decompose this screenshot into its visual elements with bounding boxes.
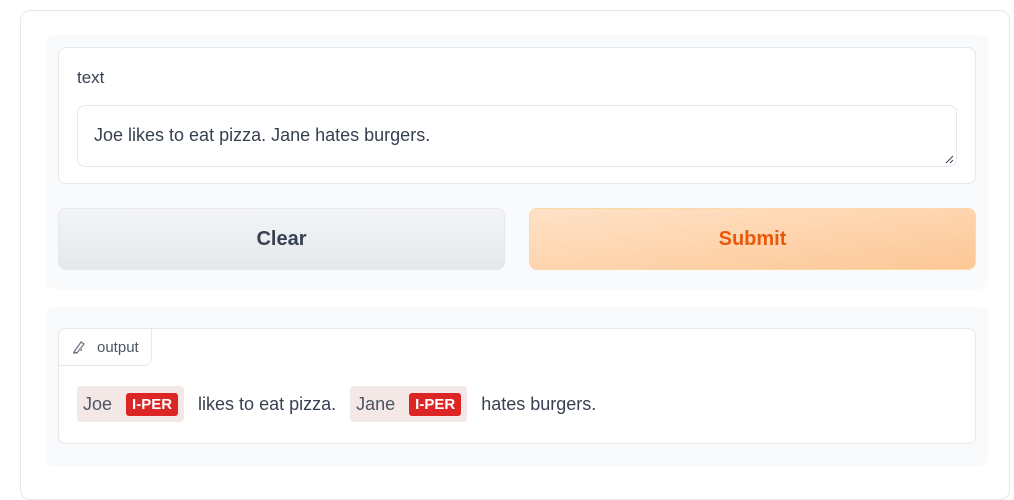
plain-text-span: likes to eat pizza. <box>198 393 337 414</box>
entity-text: Jane <box>356 393 396 414</box>
output-block: output Joe I-PER likes to eat pizza. Jan… <box>58 328 976 444</box>
input-panel: text Joe likes to eat pizza. Jane hates … <box>46 35 988 289</box>
output-panel: output Joe I-PER likes to eat pizza. Jan… <box>46 307 988 467</box>
entity-span: Jane I-PER <box>350 386 468 422</box>
clear-button[interactable]: Clear <box>58 208 505 270</box>
output-label-tag: output <box>58 328 152 366</box>
submit-button[interactable]: Submit <box>529 208 976 270</box>
entity-label-badge: I-PER <box>126 392 179 416</box>
highlighted-text: Joe I-PER likes to eat pizza. Jane I-PER… <box>77 386 610 422</box>
output-label: output <box>97 338 139 356</box>
app-container: text Joe likes to eat pizza. Jane hates … <box>20 10 1010 500</box>
entity-span: Joe I-PER <box>77 386 185 422</box>
resize-handle-icon[interactable] <box>944 154 954 164</box>
plain-text-span: hates burgers. <box>481 393 597 414</box>
highlight-icon <box>73 341 85 354</box>
text-label: text <box>77 68 105 87</box>
entity-text: Joe <box>83 393 113 414</box>
text-input[interactable]: Joe likes to eat pizza. Jane hates burge… <box>77 105 957 167</box>
text-input-block: text Joe likes to eat pizza. Jane hates … <box>58 47 976 184</box>
text-input-value: Joe likes to eat pizza. Jane hates burge… <box>94 125 431 145</box>
entity-label-badge: I-PER <box>409 392 462 416</box>
